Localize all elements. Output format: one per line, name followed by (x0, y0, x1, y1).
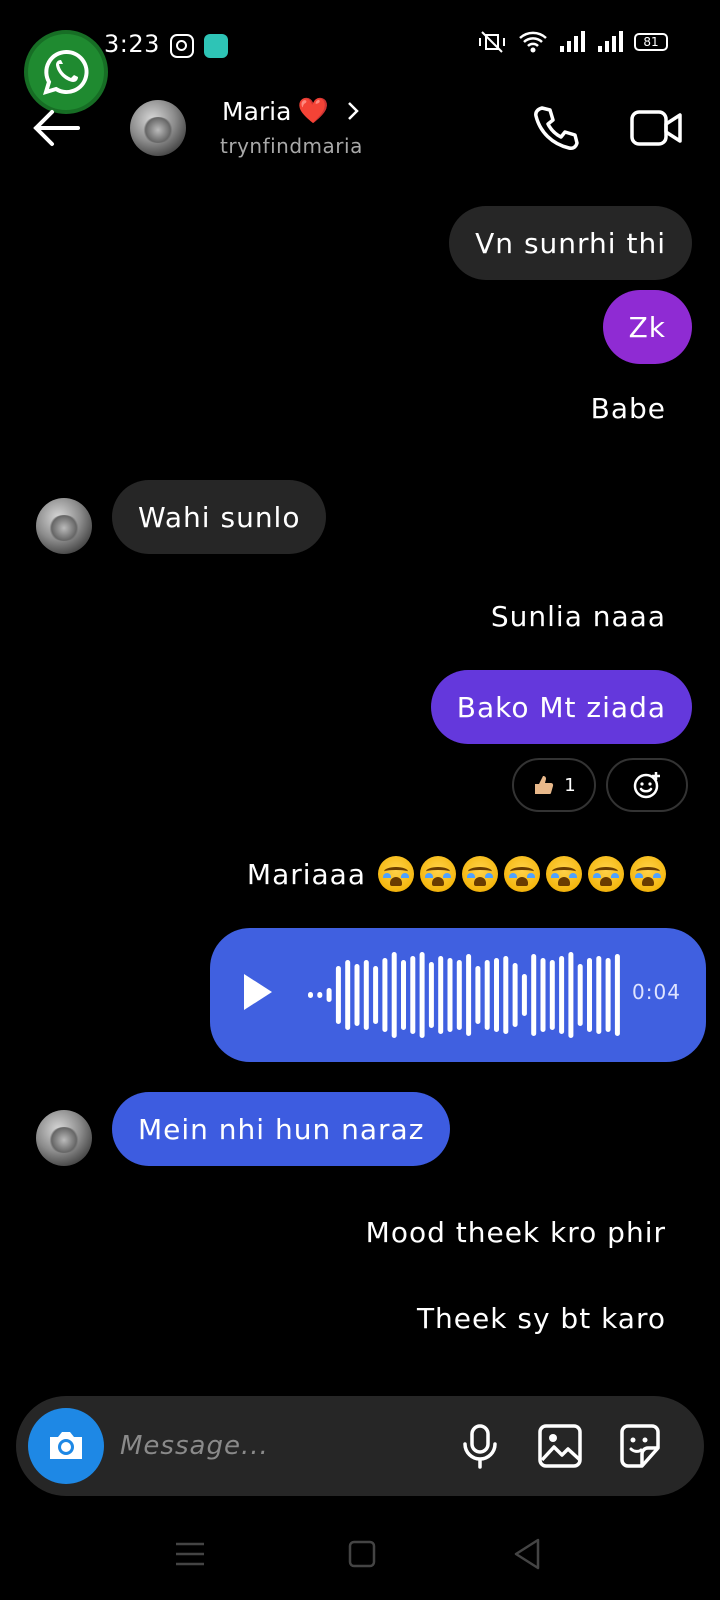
status-time: 3:23 (104, 30, 160, 58)
waveform-bar (456, 960, 462, 1030)
avatar (36, 1110, 92, 1166)
waveform-bar (382, 958, 388, 1032)
waveform-bar (308, 992, 313, 998)
contact-name[interactable]: Maria ❤️ (222, 96, 363, 126)
message-bubble-sent[interactable]: Vn sunrhi thi (449, 206, 692, 280)
avatar (36, 498, 92, 554)
chevron-right-icon (347, 102, 359, 120)
waveform-bar (345, 960, 351, 1030)
voice-duration: 0:04 (632, 980, 681, 1004)
message-bubble-received[interactable]: Mein nhi hun naraz (112, 1092, 451, 1166)
waveform-bar (540, 958, 546, 1032)
waveform-bar (521, 974, 527, 1016)
home-icon[interactable] (342, 1534, 382, 1574)
crying-emoji (630, 856, 666, 892)
gallery-icon[interactable] (536, 1422, 584, 1470)
heart-emoji: ❤️ (297, 96, 329, 125)
message-text-sent[interactable]: Mood theek kro phir (366, 1216, 666, 1249)
message-text-sent[interactable]: Sunlia naaa (491, 600, 666, 633)
waveform-bar (354, 964, 360, 1026)
battery-icon: 81 (634, 33, 668, 51)
contact-name-text: Maria (222, 96, 292, 126)
crying-emoji (588, 856, 624, 892)
waveform-bar (577, 964, 583, 1026)
waveform-bar (614, 954, 620, 1036)
message-bubble-received[interactable]: Wahi sunlo (112, 480, 327, 554)
waveform (308, 952, 620, 1038)
message-text-sent[interactable]: Theek sy bt karo (417, 1302, 666, 1335)
waveform-bar (512, 963, 518, 1027)
waveform-bar (373, 966, 379, 1024)
whatsapp-icon (43, 49, 89, 95)
add-emoji-icon (633, 772, 660, 799)
play-icon[interactable] (244, 974, 272, 1010)
waveform-bar (531, 954, 537, 1036)
app-status-icon (204, 34, 228, 58)
crying-emoji (420, 856, 456, 892)
phone-icon[interactable] (532, 104, 580, 152)
message-bubble-sent[interactable]: Zk (602, 290, 692, 364)
avatar[interactable] (130, 100, 186, 156)
waveform-bar (484, 960, 490, 1030)
instagram-status-icon (170, 34, 194, 58)
video-call-icon[interactable] (630, 106, 682, 150)
waveform-bar (419, 952, 425, 1038)
crying-emoji (546, 856, 582, 892)
waveform-bar (438, 956, 444, 1034)
waveform-bar (475, 966, 481, 1024)
waveform-bar (587, 958, 592, 1032)
back-arrow-icon[interactable] (30, 108, 82, 148)
wifi-icon (519, 31, 547, 53)
thumbs-up-icon (535, 776, 554, 794)
waveform-bar (447, 958, 453, 1032)
waveform-bar (596, 956, 602, 1034)
nav-back-icon[interactable] (508, 1534, 548, 1574)
message-composer (16, 1396, 704, 1496)
waveform-bar (410, 956, 416, 1034)
message-text-sent[interactable]: Mariaaa (247, 856, 666, 892)
message-text: Mariaaa (246, 857, 366, 891)
microphone-icon[interactable] (456, 1422, 504, 1470)
waveform-bar (363, 960, 369, 1030)
waveform-bar (326, 988, 332, 1002)
status-icons: 81 (476, 30, 668, 54)
mute-vibrate-icon (479, 31, 505, 53)
waveform-bar (494, 958, 499, 1032)
add-reaction-button[interactable] (606, 758, 688, 812)
signal-icon-2 (598, 31, 623, 52)
reaction-count: 1 (564, 774, 576, 796)
waveform-bar (559, 956, 565, 1034)
crying-emoji (504, 856, 540, 892)
message-input[interactable] (120, 1396, 440, 1496)
waveform-bar (317, 992, 323, 998)
sticker-icon[interactable] (616, 1422, 664, 1470)
contact-username: trynfindmaria (220, 134, 363, 158)
waveform-bar (503, 956, 509, 1034)
voice-message[interactable]: 0:04 (210, 928, 706, 1062)
waveform-bar (466, 954, 472, 1036)
waveform-bar (401, 960, 406, 1030)
waveform-bar (568, 952, 574, 1038)
message-text-sent[interactable]: Babe (591, 392, 666, 425)
waveform-bar (428, 962, 434, 1028)
signal-icon (560, 31, 585, 52)
camera-button[interactable] (28, 1408, 104, 1484)
reaction-thumbs-up[interactable]: 1 (512, 758, 596, 812)
waveform-bar (549, 960, 555, 1030)
waveform-bar (391, 952, 397, 1038)
camera-icon (50, 1432, 82, 1459)
message-bubble-sent[interactable]: Bako Mt ziada (430, 670, 692, 744)
waveform-bar (605, 958, 611, 1032)
whatsapp-chat-head[interactable] (24, 30, 108, 114)
crying-emoji (462, 856, 498, 892)
recent-apps-icon[interactable] (170, 1534, 210, 1574)
crying-emoji (378, 856, 414, 892)
waveform-bar (335, 966, 341, 1024)
